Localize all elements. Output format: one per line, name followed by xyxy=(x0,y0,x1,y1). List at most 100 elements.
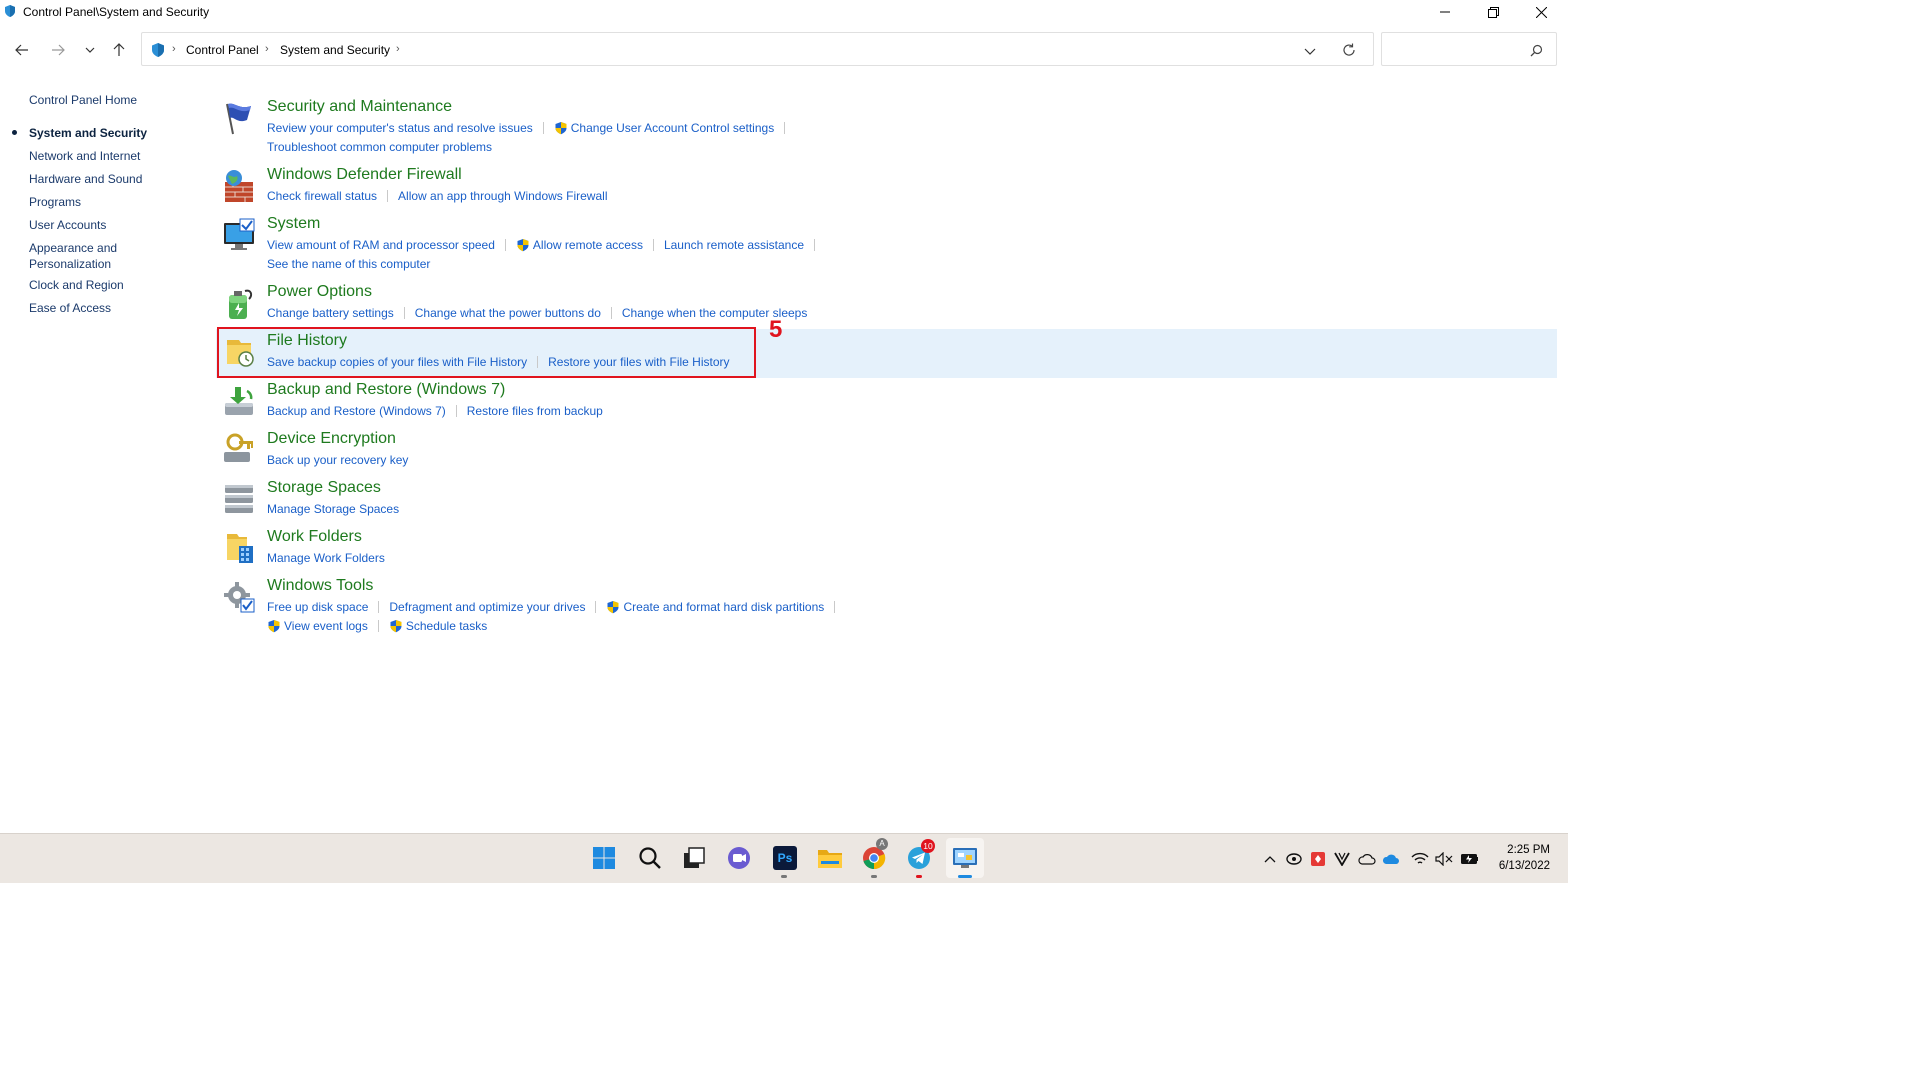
address-dropdown-button[interactable] xyxy=(1304,44,1316,62)
category-title[interactable]: Windows Tools xyxy=(267,577,373,595)
link-create-format-partitions[interactable]: Create and format hard disk partitions xyxy=(606,600,824,614)
divider xyxy=(834,601,836,613)
forward-button[interactable] xyxy=(46,38,70,62)
refresh-button[interactable] xyxy=(1342,43,1356,62)
address-bar[interactable]: › Control Panel › System and Security › xyxy=(141,32,1374,66)
photoshop-app-button[interactable]: Ps xyxy=(771,844,799,878)
telegram-app-button[interactable]: 10 xyxy=(905,839,935,878)
search-icon xyxy=(639,847,661,869)
link-schedule-tasks[interactable]: Schedule tasks xyxy=(389,619,487,633)
control-panel-icon xyxy=(953,848,977,868)
start-button[interactable] xyxy=(590,844,618,872)
category-title[interactable]: Work Folders xyxy=(267,528,362,546)
chat-button[interactable] xyxy=(725,844,753,872)
category-title[interactable]: Backup and Restore (Windows 7) xyxy=(267,381,505,399)
nav-system-and-security[interactable]: System and Security xyxy=(29,125,147,141)
link-review-computer-status[interactable]: Review your computer's status and resolv… xyxy=(267,121,533,135)
category-title[interactable]: System xyxy=(267,215,320,233)
nav-appearance-and-personalization[interactable]: Appearance and xyxy=(29,240,117,256)
nav-hardware-and-sound[interactable]: Hardware and Sound xyxy=(29,171,142,187)
link-troubleshoot-problems[interactable]: Troubleshoot common computer problems xyxy=(267,140,492,154)
control-panel-app-button[interactable] xyxy=(946,838,984,878)
link-allow-remote-access[interactable]: Allow remote access xyxy=(516,238,643,252)
battery-button[interactable] xyxy=(1460,850,1478,868)
category-title[interactable]: Device Encryption xyxy=(267,430,396,448)
restore-icon xyxy=(1487,6,1499,18)
close-button[interactable] xyxy=(1518,0,1564,24)
chrome-app-button[interactable]: A xyxy=(860,838,888,878)
taskbar-search-button[interactable] xyxy=(636,844,664,872)
link-change-uac-settings[interactable]: Change User Account Control settings xyxy=(554,121,774,135)
link-change-power-buttons[interactable]: Change what the power buttons do xyxy=(415,306,601,320)
onedrive-button[interactable] xyxy=(1382,850,1400,868)
link-check-firewall-status[interactable]: Check firewall status xyxy=(267,189,377,203)
divider xyxy=(610,307,612,319)
breadcrumb-control-panel[interactable]: Control Panel xyxy=(186,43,259,57)
task-view-button[interactable] xyxy=(680,844,708,872)
link-change-battery-settings[interactable]: Change battery settings xyxy=(267,306,394,320)
chevron-right-icon[interactable]: › xyxy=(396,43,400,55)
nav-control-panel-home[interactable]: Control Panel Home xyxy=(29,92,137,108)
divider xyxy=(652,239,654,251)
category-title[interactable]: Power Options xyxy=(267,283,372,301)
network-button[interactable] xyxy=(1411,850,1429,868)
recent-locations-button[interactable] xyxy=(78,38,102,62)
link-see-computer-name[interactable]: See the name of this computer xyxy=(267,257,430,271)
breadcrumb-system-and-security[interactable]: System and Security xyxy=(280,43,390,57)
chevron-right-icon[interactable]: › xyxy=(265,43,269,55)
tray-app-2[interactable] xyxy=(1309,850,1327,868)
task-view-icon xyxy=(684,847,705,868)
minimize-button[interactable] xyxy=(1422,0,1468,24)
annotation-step-number: 5 xyxy=(769,316,783,343)
up-button[interactable] xyxy=(107,38,131,62)
wifi-icon xyxy=(1411,852,1429,864)
clock[interactable]: 2:25 PM 6/13/2022 xyxy=(1499,842,1550,874)
link-view-ram-and-processor[interactable]: View amount of RAM and processor speed xyxy=(267,238,495,252)
link-label[interactable]: View event logs xyxy=(284,619,368,633)
uac-shield-icon xyxy=(555,122,567,135)
control-panel-icon xyxy=(152,43,164,57)
nav-clock-and-region[interactable]: Clock and Region xyxy=(29,277,124,293)
tray-cloud-1[interactable] xyxy=(1358,850,1376,868)
search-box[interactable] xyxy=(1381,32,1557,66)
link-launch-remote-assistance[interactable]: Launch remote assistance xyxy=(664,238,804,252)
category-title[interactable]: Security and Maintenance xyxy=(267,98,452,116)
search-input[interactable] xyxy=(1388,39,1527,61)
windows-start-icon xyxy=(593,847,615,869)
uac-shield-icon xyxy=(517,239,529,252)
nav-appearance-and-personalization-line2[interactable]: Personalization xyxy=(29,256,111,272)
nav-user-accounts[interactable]: User Accounts xyxy=(29,217,106,233)
window-title: Control Panel\System and Security xyxy=(23,5,210,19)
link-back-up-recovery-key[interactable]: Back up your recovery key xyxy=(267,453,408,467)
chevron-down-icon xyxy=(85,47,95,53)
link-view-event-logs[interactable]: View event logs xyxy=(267,619,368,633)
category-title[interactable]: Windows Defender Firewall xyxy=(267,166,462,184)
tray-app-3[interactable] xyxy=(1333,850,1351,868)
link-free-up-disk-space[interactable]: Free up disk space xyxy=(267,600,368,614)
restore-button[interactable] xyxy=(1470,0,1516,24)
title-bar: Control Panel\System and Security xyxy=(0,0,1568,24)
link-restore-files-from-backup[interactable]: Restore files from backup xyxy=(467,404,603,418)
file-explorer-icon xyxy=(818,850,842,868)
link-label[interactable]: Allow remote access xyxy=(533,238,643,252)
nav-ease-of-access[interactable]: Ease of Access xyxy=(29,300,111,316)
show-hidden-icons-button[interactable] xyxy=(1261,850,1279,868)
link-label[interactable]: Change User Account Control settings xyxy=(571,121,774,135)
link-label[interactable]: Schedule tasks xyxy=(406,619,487,633)
file-explorer-button[interactable] xyxy=(816,844,844,872)
category-title[interactable]: Storage Spaces xyxy=(267,479,381,497)
photoshop-label: Ps xyxy=(777,851,793,865)
link-allow-app-through-firewall[interactable]: Allow an app through Windows Firewall xyxy=(398,189,607,203)
link-defragment-drives[interactable]: Defragment and optimize your drives xyxy=(389,600,585,614)
nav-network-and-internet[interactable]: Network and Internet xyxy=(29,148,140,164)
link-backup-and-restore[interactable]: Backup and Restore (Windows 7) xyxy=(267,404,446,418)
link-label[interactable]: Create and format hard disk partitions xyxy=(623,600,824,614)
link-manage-work-folders[interactable]: Manage Work Folders xyxy=(267,551,385,565)
clock-time: 2:25 PM xyxy=(1507,844,1550,856)
back-button[interactable] xyxy=(10,38,34,62)
link-manage-storage-spaces[interactable]: Manage Storage Spaces xyxy=(267,502,399,516)
divider xyxy=(595,601,597,613)
nav-programs[interactable]: Programs xyxy=(29,194,81,210)
volume-button[interactable] xyxy=(1435,850,1453,868)
tray-app-1[interactable] xyxy=(1285,850,1303,868)
